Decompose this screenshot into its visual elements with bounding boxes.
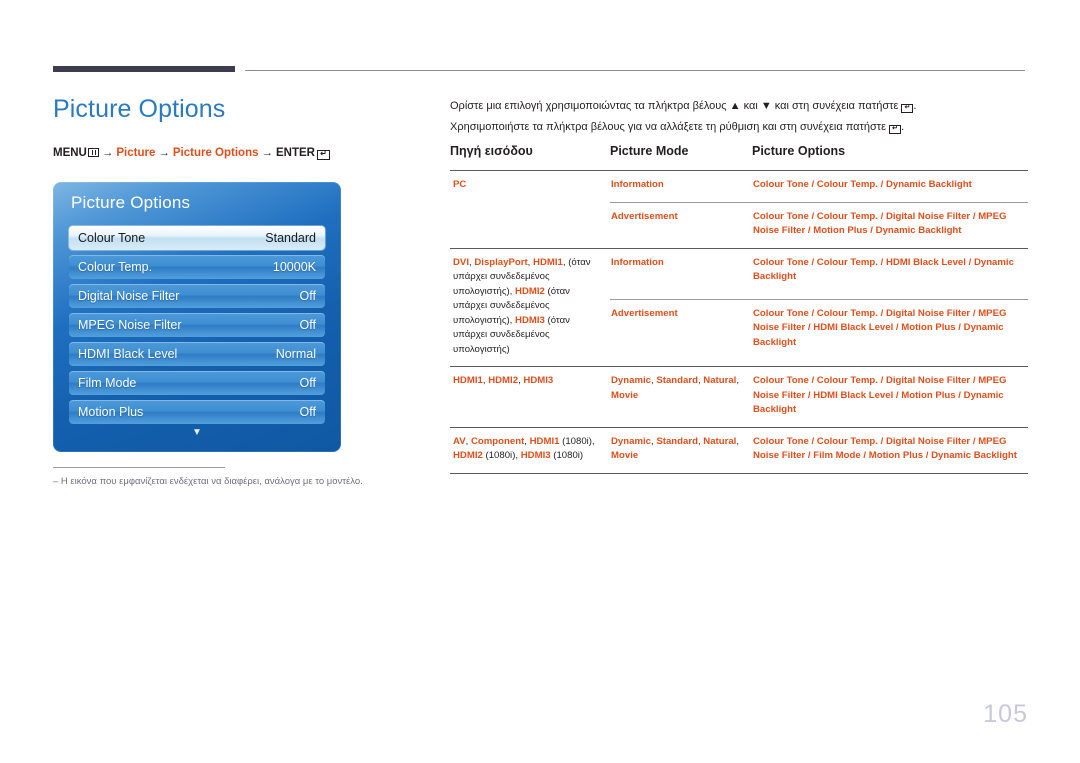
cell-picture-mode: Dynamic, Standard, Natural, Movie	[610, 426, 752, 473]
chevron-down-icon[interactable]: ▼	[53, 428, 341, 438]
osd-menu-list: Colour Tone Standard Colour Temp. 10000K…	[69, 226, 325, 429]
table-row: HDMI1, HDMI2, HDMI3 Dynamic, Standard, N…	[450, 366, 1028, 427]
breadcrumb-arrow-1: →	[101, 147, 114, 159]
osd-item-hdmi-black-level[interactable]: HDMI Black Level Normal	[69, 342, 325, 366]
osd-item-value: Off	[299, 318, 316, 332]
intro-line-2-text: Χρησιμοποιήστε τα πλήκτρα βέλους για να …	[450, 121, 890, 133]
cell-picture-options: Colour Tone / Colour Temp. / Digital Noi…	[752, 201, 1028, 248]
breadcrumb-item-picture[interactable]: Picture	[116, 147, 155, 159]
table-row: DVI, DisplayPort, HDMI1, (όταν υπάρχει σ…	[450, 247, 1028, 367]
osd-item-colour-tone[interactable]: Colour Tone Standard	[69, 226, 325, 250]
left-column: Picture Options MENU → Picture → Picture Opt…	[53, 92, 413, 160]
footnote-rule	[53, 467, 225, 468]
osd-item-value: Off	[299, 289, 316, 303]
table-header-row: Πηγή εισόδου Picture Mode Picture Option…	[450, 144, 1028, 171]
intro-block: Ορίστε μια επιλογή χρησιμοποιώντας τα πλ…	[450, 96, 1028, 138]
page-number: 105	[983, 700, 1028, 728]
enter-key-icon: ↵	[889, 125, 902, 134]
cell-picture-options: Colour Tone / Colour Temp. / Digital Noi…	[752, 298, 1028, 367]
cell-picture-mode: Information	[610, 247, 752, 300]
enter-key-icon: ↵	[901, 104, 914, 113]
cell-picture-mode: Advertisement	[610, 298, 752, 367]
header-rule-thin	[245, 70, 1025, 71]
cell-source: AV, Component, HDMI1 (1080i), HDMI2 (108…	[450, 426, 610, 473]
osd-item-mpeg-noise-filter[interactable]: MPEG Noise Filter Off	[69, 313, 325, 337]
osd-item-value: 10000K	[272, 260, 316, 274]
cell-picture-mode: Information	[610, 170, 752, 202]
osd-item-label: Motion Plus	[78, 405, 144, 419]
table-row: AV, Component, HDMI1 (1080i), HDMI2 (108…	[450, 426, 1028, 473]
osd-item-motion-plus[interactable]: Motion Plus Off	[69, 400, 325, 424]
table-head: Πηγή εισόδου Picture Mode Picture Option…	[450, 144, 1028, 171]
cell-source: DVI, DisplayPort, HDMI1, (όταν υπάρχει σ…	[450, 247, 610, 367]
osd-item-label: HDMI Black Level	[78, 347, 178, 361]
osd-item-label: Digital Noise Filter	[78, 289, 180, 303]
osd-item-label: MPEG Noise Filter	[78, 318, 182, 332]
table-body: PC Information Colour Tone / Colour Temp…	[450, 170, 1028, 474]
intro-line-1-text: Ορίστε μια επιλογή χρησιμοποιώντας τα πλ…	[450, 100, 902, 112]
osd-title: Picture Options	[71, 193, 191, 212]
intro-line-1: Ορίστε μια επιλογή χρησιμοποιώντας τα πλ…	[450, 96, 1028, 117]
col-header-source: Πηγή εισόδου	[450, 144, 533, 158]
enter-key-icon: ↵	[316, 150, 330, 160]
osd-panel: Picture Options Colour Tone Standard Col…	[53, 182, 341, 452]
cell-picture-options: Colour Tone / Colour Temp. / Digital Noi…	[752, 366, 1028, 427]
intro-line-2-suffix: .	[901, 121, 905, 133]
osd-item-label: Colour Tone	[78, 231, 146, 245]
table-bottom-rule-cell	[610, 472, 752, 474]
cell-source: HDMI1, HDMI2, HDMI3	[450, 366, 610, 427]
breadcrumb-arrow-3: →	[261, 147, 274, 159]
cell-picture-options: Colour Tone / Colour Temp. / Dynamic Bac…	[752, 170, 1028, 202]
breadcrumb-item-picture-options[interactable]: Picture Options	[173, 147, 259, 159]
cell-source: PC	[450, 170, 610, 248]
table-bottom-rule-cell	[450, 472, 610, 474]
breadcrumb-arrow-2: →	[158, 147, 170, 159]
table-row: PC Information Colour Tone / Colour Temp…	[450, 170, 1028, 248]
osd-item-digital-noise-filter[interactable]: Digital Noise Filter Off	[69, 284, 325, 308]
footnote-text: – Η εικόνα που εμφανίζεται ενδέχεται να …	[53, 476, 363, 487]
picture-options-table: Πηγή εισόδου Picture Mode Picture Option…	[450, 144, 1028, 474]
osd-item-film-mode[interactable]: Film Mode Off	[69, 371, 325, 395]
table-bottom-rule	[450, 472, 1028, 474]
col-header-picture-mode: Picture Mode	[610, 144, 689, 158]
osd-item-value: Standard	[265, 231, 316, 245]
breadcrumb-menu-label: MENU	[53, 147, 87, 159]
cell-picture-mode: Advertisement	[610, 201, 752, 248]
osd-item-value: Off	[299, 376, 316, 390]
intro-line-2: Χρησιμοποιήστε τα πλήκτρα βέλους για να …	[450, 117, 1028, 138]
page-title: Picture Options	[53, 95, 226, 123]
osd-item-label: Film Mode	[78, 376, 137, 390]
osd-item-value: Normal	[275, 347, 316, 361]
osd-item-colour-temp[interactable]: Colour Temp. 10000K	[69, 255, 325, 279]
osd-item-label: Colour Temp.	[78, 260, 153, 274]
menu-grid-icon	[87, 148, 99, 157]
top-rule-group	[53, 66, 1025, 72]
header-rule-thick	[53, 66, 235, 72]
cell-picture-mode: Dynamic, Standard, Natural, Movie	[610, 366, 752, 427]
intro-line-1-suffix: .	[913, 100, 917, 112]
breadcrumb: MENU → Picture → Picture Options → ENTER ↵	[53, 146, 413, 160]
col-header-picture-options: Picture Options	[752, 144, 846, 158]
cell-picture-options: Colour Tone / Colour Temp. / Digital Noi…	[752, 426, 1028, 473]
osd-item-value: Off	[299, 405, 316, 419]
breadcrumb-enter-label: ENTER	[276, 147, 315, 159]
table-bottom-rule-cell	[752, 472, 1028, 474]
cell-picture-options: Colour Tone / Colour Temp. / HDMI Black …	[752, 247, 1028, 300]
